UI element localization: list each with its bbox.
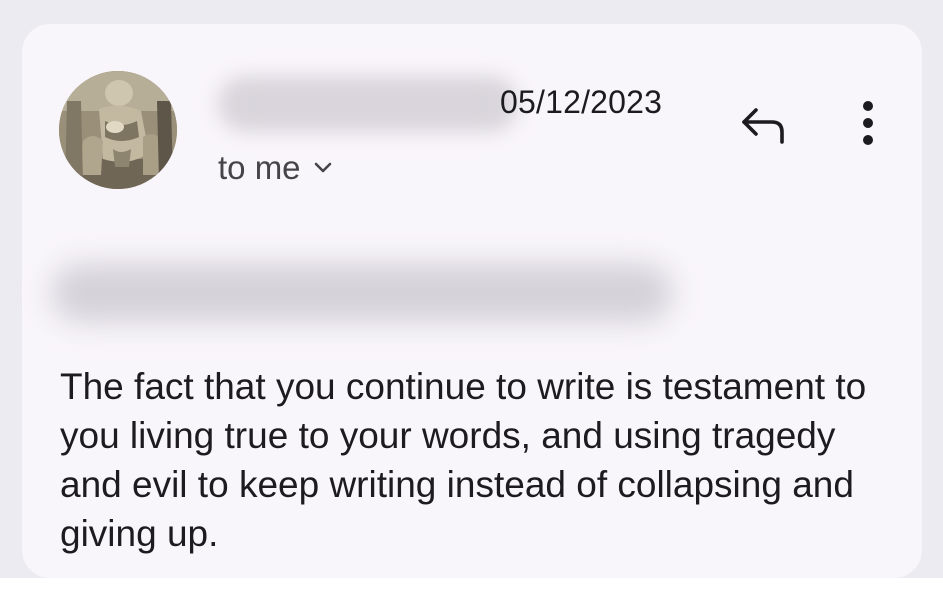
statue-photo-icon [59,71,177,189]
email-date: 05/12/2023 [500,84,663,120]
reply-button[interactable] [738,102,790,146]
chevron-down-icon [314,162,331,173]
sender-name-redacted [218,76,518,132]
screen-bottom-edge [0,578,943,597]
email-message-card: 05/12/2023 to me The fact that you conti… [22,24,922,578]
sender-avatar[interactable] [59,71,177,189]
subject-line-redacted [52,264,672,322]
recipient-label: to me [218,149,301,186]
more-options-button[interactable] [848,96,888,152]
email-body-text: The fact that you continue to write is t… [60,366,867,554]
reply-icon [742,108,784,144]
recipient-details-toggle[interactable]: to me [218,148,333,188]
more-vertical-icon [863,101,873,145]
